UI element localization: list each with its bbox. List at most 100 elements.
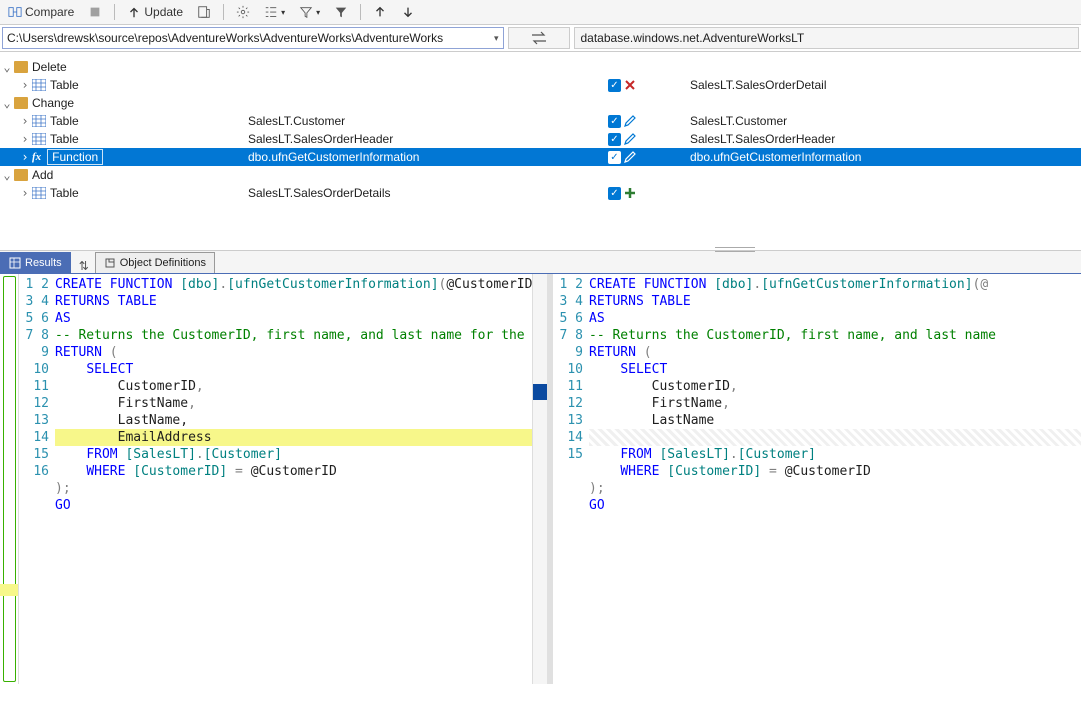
collapse-icon[interactable]: ⌄: [0, 60, 14, 74]
group-add[interactable]: ⌄ Add: [0, 166, 1081, 184]
target-object-name: SalesLT.SalesOrderHeader: [668, 132, 1081, 146]
row-change-1[interactable]: › Table SalesLT.Customer ✓ SalesLT.Custo…: [0, 112, 1081, 130]
tab-object-definitions[interactable]: Object Definitions: [95, 252, 215, 273]
include-checkbox[interactable]: ✓: [608, 187, 621, 200]
edit-icon: [623, 150, 637, 164]
object-type: Table: [50, 114, 79, 128]
group-label: Add: [32, 168, 53, 182]
filter-icon: [299, 5, 313, 19]
target-object-name: dbo.ufnGetCustomerInformation: [668, 150, 1081, 164]
edit-icon: [623, 114, 637, 128]
arrow-up-icon: [373, 5, 387, 19]
expand-icon[interactable]: ›: [18, 78, 32, 92]
overview-ruler[interactable]: [0, 274, 19, 684]
function-icon: fx: [32, 151, 41, 163]
group-label: Delete: [32, 60, 67, 74]
folder-icon: [14, 97, 28, 109]
target-object-name: SalesLT.SalesOrderDetail: [668, 78, 1081, 92]
add-icon: [623, 186, 637, 200]
filter2-button[interactable]: [330, 4, 352, 20]
target-object-name: SalesLT.Customer: [668, 114, 1081, 128]
row-add-1[interactable]: › Table SalesLT.SalesOrderDetails ✓: [0, 184, 1081, 202]
bottom-tabs: Results ⇅ Object Definitions: [0, 251, 1081, 274]
line-numbers: 1 2 3 4 5 6 7 8 9 10 11 12 13 14 15 16: [19, 274, 55, 684]
scrollbar[interactable]: [532, 274, 547, 684]
update-label: Update: [144, 5, 183, 19]
source-path-text: C:\Users\drewsk\source\repos\AdventureWo…: [7, 31, 443, 45]
row-change-2[interactable]: › Table SalesLT.SalesOrderHeader ✓ Sales…: [0, 130, 1081, 148]
target-path-dropdown[interactable]: database.windows.net.AdventureWorksLT: [574, 27, 1080, 49]
line-numbers: 1 2 3 4 5 6 7 8 9 10 11 12 13 14 15: [553, 274, 589, 684]
expand-icon[interactable]: ›: [18, 132, 32, 146]
table-icon: [32, 187, 46, 199]
folder-icon: [14, 61, 28, 73]
left-code: CREATE FUNCTION [dbo].[ufnGetCustomerInf…: [55, 274, 547, 684]
results-icon: [9, 257, 21, 269]
compare-label: Compare: [25, 5, 74, 19]
group-label: Change: [32, 96, 74, 110]
right-code: CREATE FUNCTION [dbo].[ufnGetCustomerInf…: [589, 274, 1081, 684]
separator: [114, 4, 115, 20]
source-object-name: SalesLT.SalesOrderDetails: [248, 186, 608, 200]
expand-icon[interactable]: ›: [18, 150, 32, 164]
next-button[interactable]: [397, 4, 419, 20]
object-type: Function: [47, 149, 103, 165]
collapse-icon[interactable]: ⌄: [0, 168, 14, 182]
target-path-text: database.windows.net.AdventureWorksLT: [581, 31, 805, 45]
swap-targets-button[interactable]: [508, 27, 570, 49]
include-checkbox[interactable]: ✓: [608, 151, 621, 164]
delete-x-icon: [623, 78, 637, 92]
compare-button[interactable]: Compare: [4, 4, 78, 20]
include-checkbox[interactable]: ✓: [608, 115, 621, 128]
group-button[interactable]: ▾: [260, 4, 289, 20]
include-checkbox[interactable]: ✓: [608, 133, 621, 146]
table-icon: [32, 79, 46, 91]
compare-icon: [8, 5, 22, 19]
source-object-name: dbo.ufnGetCustomerInformation: [248, 150, 608, 164]
resize-handle[interactable]: [715, 247, 755, 252]
expand-icon[interactable]: ›: [18, 186, 32, 200]
row-change-3[interactable]: › fx Function dbo.ufnGetCustomerInformat…: [0, 148, 1081, 166]
diff-panes: 1 2 3 4 5 6 7 8 9 10 11 12 13 14 15 16 C…: [0, 274, 1081, 684]
table-icon: [32, 133, 46, 145]
group-icon: [264, 5, 278, 19]
object-type: Table: [50, 78, 79, 92]
tab-label: Results: [25, 257, 62, 269]
object-type: Table: [50, 132, 79, 146]
diff-tree: ⌄ Delete › Table ✓ SalesLT.SalesOrderDet…: [0, 52, 1081, 251]
source-object-name: SalesLT.Customer: [248, 114, 608, 128]
prev-button[interactable]: [369, 4, 391, 20]
stop-button[interactable]: [84, 4, 106, 20]
include-checkbox[interactable]: ✓: [608, 79, 621, 92]
folder-icon: [14, 169, 28, 181]
filter-solid-icon: [334, 5, 348, 19]
ruler-outline: [3, 276, 16, 682]
right-code-pane[interactable]: 1 2 3 4 5 6 7 8 9 10 11 12 13 14 15 CREA…: [553, 274, 1081, 684]
stop-icon: [88, 5, 102, 19]
separator: [223, 4, 224, 20]
tab-results[interactable]: Results: [0, 252, 71, 273]
swap-panes-button[interactable]: ⇅: [79, 259, 89, 273]
gear-icon: [236, 5, 250, 19]
source-path-dropdown[interactable]: C:\Users\drewsk\source\repos\AdventureWo…: [2, 27, 504, 49]
expand-icon[interactable]: ›: [18, 114, 32, 128]
main-toolbar: Compare Update ▾ ▾: [0, 0, 1081, 25]
source-object-name: SalesLT.SalesOrderHeader: [248, 132, 608, 146]
edit-icon: [623, 132, 637, 146]
row-delete-1[interactable]: › Table ✓ SalesLT.SalesOrderDetail: [0, 76, 1081, 94]
filter-button[interactable]: ▾: [295, 4, 324, 20]
update-button[interactable]: Update: [123, 4, 187, 20]
options-button[interactable]: [232, 4, 254, 20]
diff-indicator: [533, 384, 547, 400]
script-button[interactable]: [193, 4, 215, 20]
objdef-icon: [104, 257, 116, 269]
arrow-down-icon: [401, 5, 415, 19]
group-change[interactable]: ⌄ Change: [0, 94, 1081, 112]
group-delete[interactable]: ⌄ Delete: [0, 58, 1081, 76]
object-type: Table: [50, 186, 79, 200]
collapse-icon[interactable]: ⌄: [0, 96, 14, 110]
update-icon: [127, 5, 141, 19]
left-code-pane[interactable]: 1 2 3 4 5 6 7 8 9 10 11 12 13 14 15 16 C…: [19, 274, 547, 684]
diff-marker: [0, 584, 18, 596]
swap-icon: [530, 31, 548, 45]
